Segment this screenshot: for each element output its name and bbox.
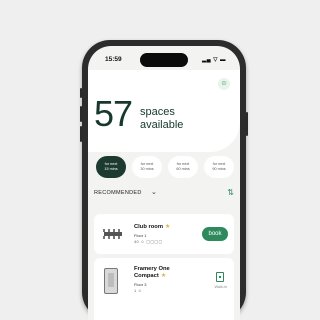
dynamic-island xyxy=(140,53,188,67)
signal-icons: ▂▄ ▽ ▬ xyxy=(202,57,226,63)
meeting-table-icon xyxy=(103,229,122,239)
person-icon: ☺ xyxy=(220,80,228,87)
door-icon[interactable] xyxy=(216,272,224,282)
phone-frame: 15:59 ▂▄ ▽ ▬ ☺ 57 spaces available for n… xyxy=(80,40,248,320)
chip-line2: 90 mins xyxy=(212,167,226,171)
favorite-star-icon[interactable]: ★ xyxy=(165,224,170,230)
available-count: 57 xyxy=(94,93,133,134)
space-capacity: 40 ☺ ▢▢▢▢ xyxy=(134,239,163,244)
space-name: Framery One Compact ★ xyxy=(134,266,170,280)
filter-chip-60[interactable]: for next 60 mins xyxy=(168,156,198,178)
space-floor: Floor 3 xyxy=(134,282,147,287)
sort-icon[interactable]: ⇅ xyxy=(227,188,234,197)
volume-up-button xyxy=(80,106,82,122)
chip-line2: 30 mins xyxy=(140,167,154,171)
profile-button[interactable]: ☺ xyxy=(218,78,230,90)
space-name-line1: Framery One xyxy=(134,266,170,272)
time-filter-bar: for next 15 mins for next 30 mins for ne… xyxy=(96,156,234,178)
volume-down-button xyxy=(80,126,82,142)
phone-booth-icon xyxy=(104,268,118,294)
recommended-header: RECOMMENDED ⌄ ⇅ xyxy=(94,188,234,198)
chevron-down-icon[interactable]: ⌄ xyxy=(151,188,157,196)
space-card-framery[interactable]: Framery One Compact ★ Floor 3 1 ☺ Walk-in xyxy=(94,258,234,320)
space-card-club-room[interactable]: Club room ★ Floor 1 40 ☺ ▢▢▢▢ book xyxy=(94,214,234,254)
book-button[interactable]: book xyxy=(202,227,228,241)
status-time: 15:59 xyxy=(105,56,122,63)
filter-chip-15[interactable]: for next 15 mins xyxy=(96,156,126,178)
space-capacity: 1 ☺ xyxy=(134,288,143,293)
available-label-line1: spaces xyxy=(140,106,175,118)
availability-hero: ☺ 57 spaces available xyxy=(88,70,240,152)
recommended-dropdown[interactable]: RECOMMENDED xyxy=(94,190,142,196)
space-name-text: Club room xyxy=(134,224,163,230)
action-button xyxy=(80,88,82,98)
space-name-line2: Compact xyxy=(134,273,159,279)
walk-in-label: Walk-in xyxy=(214,285,227,289)
chip-line2: 15 mins xyxy=(104,167,118,171)
available-label-line2: available xyxy=(140,119,184,131)
filter-chip-90[interactable]: for next 90 mins xyxy=(204,156,234,178)
filter-chip-30[interactable]: for next 30 mins xyxy=(132,156,162,178)
app-screen: 15:59 ▂▄ ▽ ▬ ☺ 57 spaces available for n… xyxy=(88,46,240,320)
favorite-star-icon[interactable]: ★ xyxy=(161,273,166,279)
power-button xyxy=(246,112,248,136)
chip-line2: 60 mins xyxy=(176,167,190,171)
space-name: Club room ★ xyxy=(134,224,170,231)
status-bar: 15:59 ▂▄ ▽ ▬ xyxy=(88,53,240,67)
space-floor: Floor 1 xyxy=(134,233,147,238)
available-label: spaces available xyxy=(140,106,183,132)
